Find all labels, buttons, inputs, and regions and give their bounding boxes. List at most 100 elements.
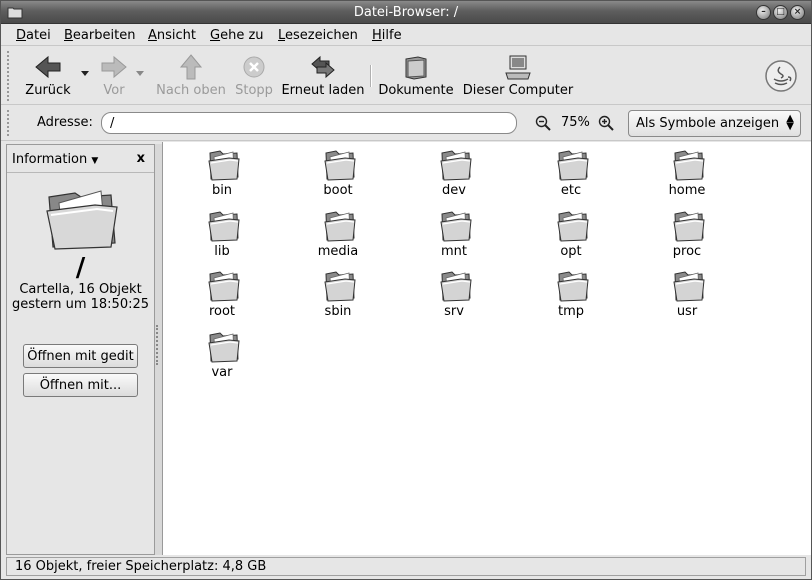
address-input[interactable] (101, 112, 517, 134)
folder-modified-date: gestern um 18:50:25 (11, 297, 150, 312)
open-with-gedit-button[interactable]: Öffnen mit gedit (23, 344, 138, 368)
folder-item[interactable]: srv (409, 265, 499, 323)
folder-item-label: root (208, 304, 236, 319)
side-pane-header: Information ▼ x (7, 145, 154, 173)
back-button[interactable]: Zurück (21, 47, 75, 103)
toolbar-grip[interactable] (7, 51, 13, 101)
folder-icon (208, 271, 240, 302)
folder-item-label: usr (676, 304, 698, 319)
folder-item-label: mnt (441, 244, 467, 259)
folder-item[interactable]: tmp (526, 265, 616, 323)
menu-gehe-zu[interactable]: Gehe zu (210, 28, 264, 43)
folder-item-label: sbin (324, 304, 352, 319)
folder-icon (208, 332, 240, 363)
menu-lesezeichen[interactable]: Lesezeichen (278, 28, 358, 43)
folder-item[interactable]: etc (526, 144, 616, 202)
folder-item-label: tmp (557, 304, 584, 319)
toolbar-separator (370, 65, 372, 87)
folder-icon (673, 150, 705, 181)
zoom-out-icon[interactable] (535, 115, 551, 131)
up-arrow-icon (179, 54, 203, 80)
folder-item-label: boot (323, 183, 353, 198)
window-title: Datei-Browser: / (353, 5, 459, 20)
menu-datei[interactable]: Datei (16, 28, 51, 43)
folder-icon (557, 211, 589, 242)
up-button[interactable]: Nach oben (154, 47, 228, 103)
splitter-handle[interactable] (156, 325, 161, 365)
reload-icon (311, 55, 335, 79)
back-arrow-icon (35, 55, 61, 79)
folder-item[interactable]: bin (177, 144, 267, 202)
folder-item[interactable]: boot (293, 144, 383, 202)
forward-button[interactable]: Vor (97, 47, 131, 103)
icon-view[interactable]: bin boot dev etc home lib media mnt opt proc root s… (162, 142, 811, 555)
menu-ansicht[interactable]: Ansicht (148, 28, 196, 43)
forward-arrow-icon (101, 55, 127, 79)
folder-icon (673, 271, 705, 302)
folder-name: / (75, 253, 86, 283)
folder-item[interactable]: sbin (293, 265, 383, 323)
folder-item[interactable]: usr (642, 265, 732, 323)
folder-icon (673, 211, 705, 242)
status-bar: 16 Objekt, freier Speicherplatz: 4,8 GB (6, 557, 806, 576)
view-mode-select[interactable]: Als Symbole anzeigen ▲ ▼ (628, 110, 801, 137)
back-history-dropdown[interactable] (81, 71, 89, 76)
folder-icon (324, 271, 356, 302)
status-text: 16 Objekt, freier Speicherplatz: 4,8 GB (15, 559, 267, 574)
folder-item[interactable]: lib (177, 205, 267, 263)
select-arrows-icon: ▲ ▼ (786, 113, 794, 132)
menu-bearbeiten[interactable]: Bearbeiten (64, 28, 135, 43)
menu-bar: Datei Bearbeiten Ansicht Gehe zu Lesezei… (1, 24, 811, 46)
folder-item[interactable]: media (293, 205, 383, 263)
folder-icon (324, 150, 356, 181)
location-grip[interactable] (7, 110, 13, 136)
location-bar: Adresse: 75% Als Symbole anzeigen ▲▼ (1, 106, 811, 141)
file-browser-window: Datei-Browser: / – □ × Datei Bearbeiten … (0, 0, 812, 580)
computer-icon (505, 55, 531, 80)
close-button[interactable]: × (790, 5, 805, 20)
folder-item-label: etc (560, 183, 582, 198)
folder-item[interactable]: dev (409, 144, 499, 202)
folder-icon (440, 150, 472, 181)
folder-item-label: dev (442, 183, 466, 198)
title-bar[interactable]: Datei-Browser: / – □ × (1, 1, 811, 24)
minimize-button[interactable]: – (756, 5, 771, 20)
stop-button[interactable]: Stopp (233, 47, 275, 103)
folder-item-label: media (317, 244, 359, 259)
java-throbber-icon (765, 60, 797, 92)
folder-item-label: home (668, 183, 706, 198)
forward-history-dropdown[interactable] (136, 71, 144, 76)
side-pane: Information ▼ x / Cartella, 16 Objekt ge… (6, 144, 155, 555)
folder-item-label: lib (214, 244, 230, 259)
computer-button[interactable]: Dieser Computer (461, 47, 575, 103)
chevron-down-icon: ▼ (91, 156, 99, 166)
folder-type-count: Cartella, 16 Objekt (19, 282, 142, 297)
menu-hilfe[interactable]: Hilfe (372, 28, 402, 43)
folder-icon (440, 211, 472, 242)
folder-item[interactable]: mnt (409, 205, 499, 263)
side-pane-selector[interactable]: Information ▼ (12, 152, 98, 167)
folder-item[interactable]: opt (526, 205, 616, 263)
reload-button[interactable]: Erneut laden (279, 47, 367, 103)
side-pane-close-button[interactable]: x (137, 151, 145, 166)
zoom-in-icon[interactable] (598, 115, 614, 131)
stop-icon (243, 56, 265, 78)
folder-item[interactable]: home (642, 144, 732, 202)
folder-item-label: opt (560, 244, 582, 259)
folder-icon (208, 211, 240, 242)
folder-item[interactable]: root (177, 265, 267, 323)
folder-item[interactable]: proc (642, 205, 732, 263)
folder-item[interactable]: var (177, 326, 267, 384)
folder-item-label: srv (444, 304, 464, 319)
maximize-button[interactable]: □ (773, 5, 788, 20)
folder-icon (208, 150, 240, 181)
zoom-level[interactable]: 75% (561, 115, 590, 130)
folder-item-label: proc (672, 244, 702, 259)
pane-splitter[interactable] (155, 144, 162, 555)
open-with-button[interactable]: Öffnen mit... (23, 373, 138, 397)
address-label: Adresse: (37, 115, 93, 130)
folder-icon (557, 150, 589, 181)
folder-icon (557, 271, 589, 302)
folder-item-label: bin (211, 183, 233, 198)
documents-button[interactable]: Dokumente (376, 47, 456, 103)
